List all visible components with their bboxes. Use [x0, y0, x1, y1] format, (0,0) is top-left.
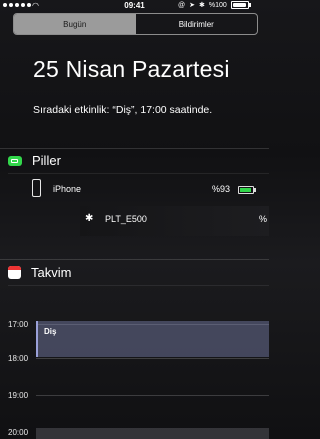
- status-bar: ◠ 09:41 @ ➤ ✱ %100: [0, 0, 269, 12]
- tab-notifications[interactable]: Bildirimler: [136, 14, 258, 34]
- hour-line: [36, 395, 269, 396]
- bluetooth-icon: ✱: [198, 2, 205, 9]
- tab-today[interactable]: Bugün: [14, 14, 136, 34]
- device-percent: %: [259, 214, 268, 224]
- calendar-title: Takvim: [31, 265, 72, 280]
- divider: [0, 259, 269, 260]
- hour-label: 20:00: [8, 428, 29, 437]
- next-event-text: Sıradaki etkinlik: “Diş”, 17:00 saatinde…: [33, 104, 213, 116]
- hour-line: [36, 358, 269, 359]
- batteries-app-icon: [8, 155, 22, 166]
- hour-label: 18:00: [8, 354, 29, 363]
- hour-label: 17:00: [8, 320, 29, 329]
- device-row-iphone: [32, 179, 41, 197]
- calendar-app-icon: [8, 266, 21, 279]
- calendar-header[interactable]: Takvim: [8, 265, 71, 280]
- divider: [8, 173, 269, 174]
- hour-label: 19:00: [8, 391, 29, 400]
- battery-percent: %100: [208, 1, 227, 9]
- divider: [8, 285, 269, 286]
- iphone-icon: [32, 179, 41, 197]
- calendar-event[interactable]: [36, 321, 269, 357]
- batteries-header[interactable]: Piller: [8, 153, 61, 168]
- divider: [0, 148, 269, 149]
- battery-icon: [230, 1, 251, 9]
- segmented-control: Bugün Bildirimler: [13, 13, 258, 35]
- device-name: PLT_E500: [105, 214, 147, 224]
- status-right: @ ➤ ✱ %100: [178, 1, 251, 9]
- next-event-fade: [36, 428, 269, 439]
- device-battery-icon: [238, 186, 256, 194]
- date-heading: 25 Nisan Pazartesi: [33, 56, 230, 82]
- device-name: iPhone: [53, 184, 82, 194]
- device-percent: %93: [212, 184, 231, 194]
- bluetooth-icon: ✱: [85, 213, 94, 224]
- location-icon: ➤: [189, 2, 195, 9]
- batteries-title: Piller: [32, 153, 61, 168]
- at-icon: @: [178, 1, 186, 9]
- event-title: Diş: [44, 327, 57, 336]
